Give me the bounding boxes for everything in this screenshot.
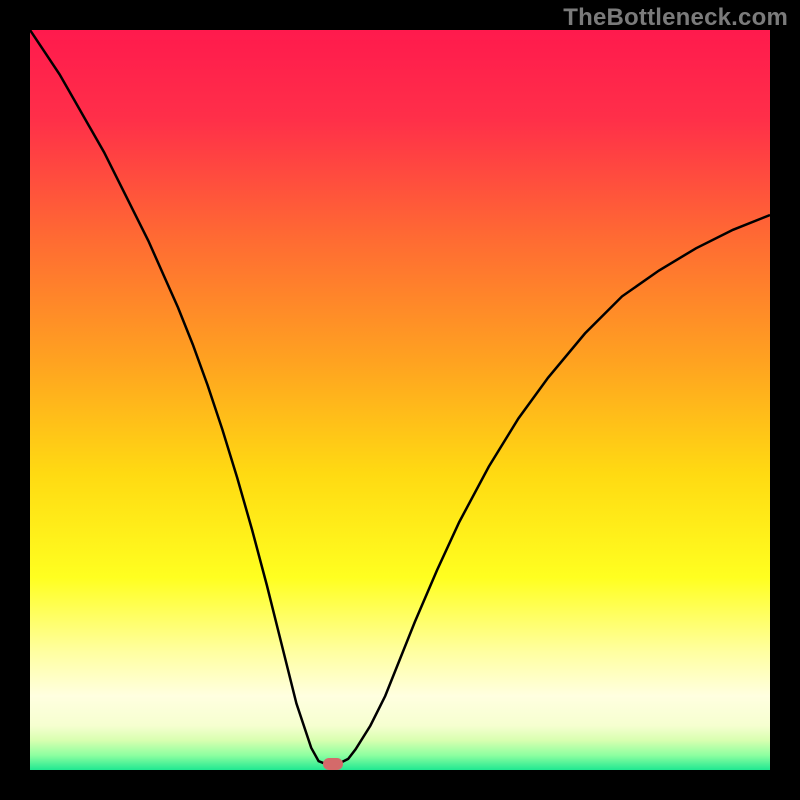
watermark-text: TheBottleneck.com <box>563 4 788 32</box>
chart-frame: TheBottleneck.com <box>0 0 800 800</box>
bottleneck-curve <box>30 30 770 770</box>
current-point-marker <box>323 758 343 770</box>
plot-area <box>30 30 770 770</box>
